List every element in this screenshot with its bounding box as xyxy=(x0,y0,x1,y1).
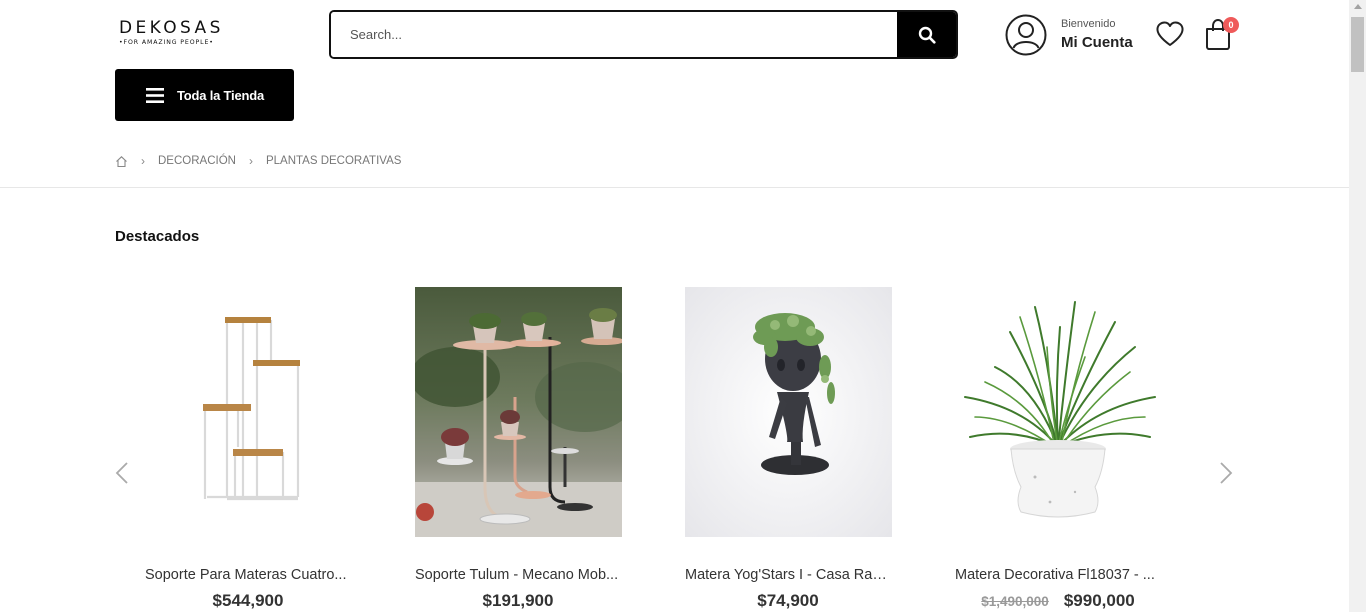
breadcrumb-separator-icon: › xyxy=(248,154,253,168)
carousel-prev-button[interactable] xyxy=(112,458,132,488)
search-bar xyxy=(329,10,958,59)
page-scrollbar[interactable] xyxy=(1349,0,1366,612)
price-row: $1,490,000 $990,000 xyxy=(955,591,1161,611)
product-name[interactable]: Matera Yog'Stars I - Casa Rakau xyxy=(685,567,891,583)
carousel-next-button[interactable] xyxy=(1216,458,1236,488)
price-row: $74,900 xyxy=(685,591,891,611)
breadcrumb: › DECORACIÓN › PLANTAS DECORATIVAS xyxy=(115,154,401,168)
product-name[interactable]: Soporte Para Materas Cuatro... xyxy=(145,567,351,583)
product-price: $990,000 xyxy=(1063,591,1135,610)
product-name[interactable]: Matera Decorativa Fl18037 - ... xyxy=(955,567,1161,583)
chevron-right-icon xyxy=(1220,462,1233,484)
search-input[interactable] xyxy=(331,12,897,57)
site-header: DEKOSAS •FOR AMAZING PEOPLE• Bienvenido … xyxy=(0,0,1349,188)
logo-tagline: •FOR AMAZING PEOPLE• xyxy=(119,39,214,46)
product-card[interactable]: Soporte Tulum - Mecano Mob... $191,900 xyxy=(415,287,625,610)
price-row: $544,900 xyxy=(145,591,351,611)
price-row: $191,900 xyxy=(415,591,621,611)
search-icon xyxy=(918,26,936,44)
scrollbar-thumb[interactable] xyxy=(1351,17,1364,72)
product-card[interactable]: Matera Yog'Stars I - Casa Rakau $74,900 xyxy=(685,287,895,610)
wishlist-button[interactable] xyxy=(1155,20,1185,48)
product-price: $191,900 xyxy=(482,591,554,610)
product-image[interactable] xyxy=(685,287,892,537)
product-name[interactable]: Soporte Tulum - Mecano Mob... xyxy=(415,567,621,583)
logo[interactable]: DEKOSAS •FOR AMAZING PEOPLE• xyxy=(119,19,235,51)
product-card[interactable]: Soporte Para Materas Cuatro... $544,900 xyxy=(145,287,355,610)
search-button[interactable] xyxy=(897,12,956,57)
chevron-left-icon xyxy=(115,462,128,484)
product-price: $544,900 xyxy=(212,591,284,610)
breadcrumb-item-decoracion[interactable]: DECORACIÓN xyxy=(158,155,236,167)
account-text: Bienvenido Mi Cuenta xyxy=(1061,18,1133,52)
section-title: Destacados xyxy=(115,228,200,245)
product-price: $74,900 xyxy=(757,591,819,610)
scroll-up-icon[interactable] xyxy=(1354,4,1362,9)
logo-main-text: DEKOSAS xyxy=(119,18,224,38)
product-carousel: Soporte Para Materas Cuatro... $544,900 xyxy=(145,287,1205,612)
product-image[interactable] xyxy=(415,287,622,537)
user-icon xyxy=(1005,14,1047,56)
cart-button[interactable]: 0 xyxy=(1203,17,1239,51)
cart-count-badge: 0 xyxy=(1223,17,1239,33)
all-store-label: Toda la Tienda xyxy=(177,87,265,103)
menu-icon xyxy=(146,87,164,103)
heart-icon xyxy=(1156,21,1184,46)
product-image[interactable] xyxy=(145,287,352,537)
account-link[interactable]: Bienvenido Mi Cuenta xyxy=(1005,14,1133,56)
all-store-button[interactable]: Toda la Tienda xyxy=(115,69,294,121)
breadcrumb-item-plantas[interactable]: PLANTAS DECORATIVAS xyxy=(266,155,401,167)
home-icon[interactable] xyxy=(115,155,128,168)
product-old-price: $1,490,000 xyxy=(981,594,1049,609)
account-name: Mi Cuenta xyxy=(1061,34,1133,51)
product-image[interactable] xyxy=(955,287,1162,537)
breadcrumb-separator-icon: › xyxy=(141,154,145,168)
account-welcome: Bienvenido xyxy=(1061,18,1116,30)
product-card[interactable]: Matera Decorativa Fl18037 - ... $1,490,0… xyxy=(955,287,1165,610)
